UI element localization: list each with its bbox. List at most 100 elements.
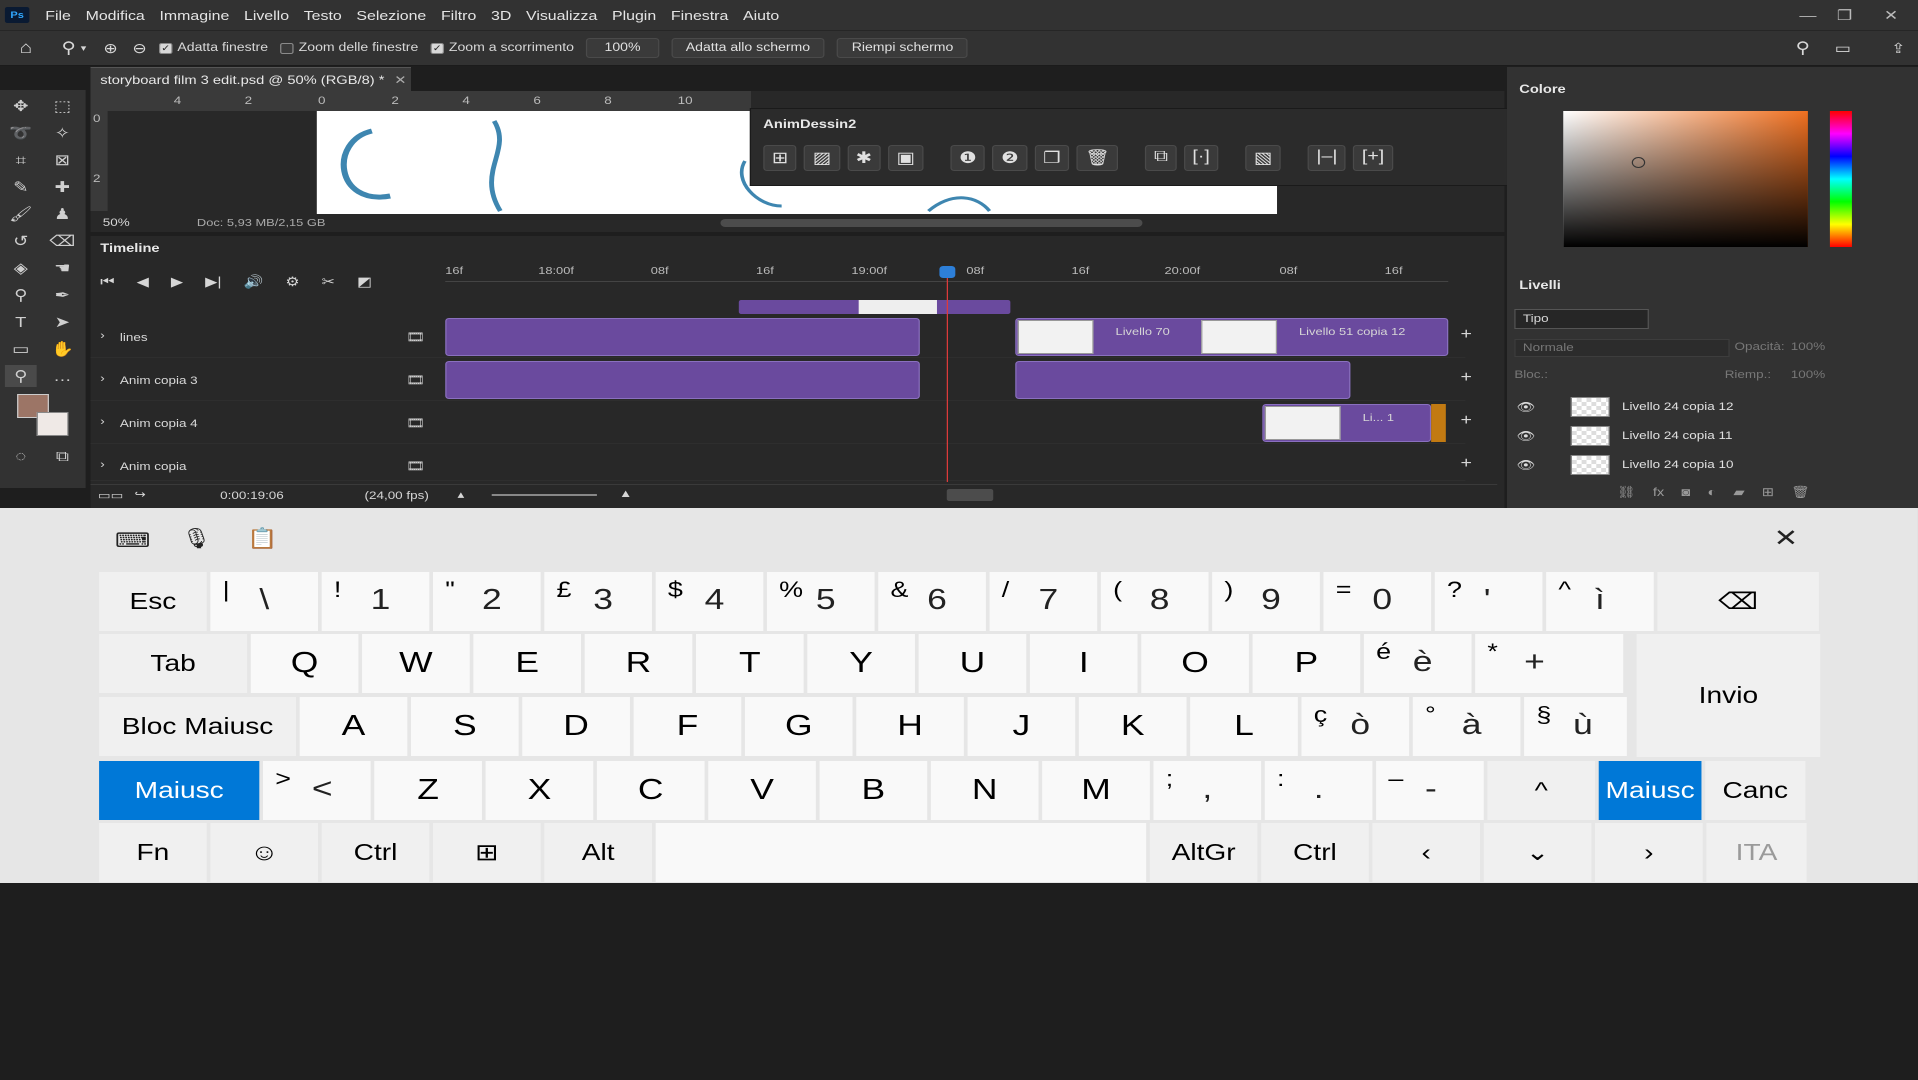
scissors-icon[interactable]: ✂ — [322, 274, 335, 290]
layer-row[interactable]: 👁 Livello 24 copia 10 — [1507, 450, 1862, 479]
fill-field[interactable]: 100% — [1791, 369, 1825, 381]
key-ctrl[interactable]: Ctrl — [1261, 823, 1369, 882]
key-alt[interactable]: Alt — [544, 823, 652, 882]
close-keyboard-icon[interactable]: ✕ — [1774, 524, 1799, 553]
key-r[interactable]: R — [584, 634, 693, 693]
eye-icon[interactable]: 👁 — [1517, 400, 1539, 414]
fit-windows-checkbox[interactable]: ✓ Adatta finestre — [159, 42, 268, 54]
key-altgr[interactable]: AltGr — [1149, 823, 1258, 882]
hand-tool-icon[interactable]: ✋ — [46, 338, 78, 360]
film-icon[interactable]: 🎞 — [406, 459, 425, 473]
menu-finestra[interactable]: Finestra — [665, 8, 737, 23]
key-‹[interactable]: ‹ — [1372, 823, 1481, 882]
key-g[interactable]: G — [744, 697, 853, 756]
key-z[interactable]: Z — [374, 761, 482, 820]
search-icon[interactable]: ⚲ — [1796, 38, 1810, 58]
history-brush-icon[interactable]: ↺ — [5, 230, 37, 252]
background-color-swatch[interactable] — [36, 412, 69, 436]
link-icon[interactable]: ⛓ — [1617, 485, 1636, 499]
layer-row[interactable]: 👁 Livello 24 copia 12 — [1507, 392, 1862, 421]
zoom-readout[interactable]: 50% — [103, 217, 130, 229]
key-9[interactable]: ) 9 — [1212, 572, 1320, 631]
key-v[interactable]: V — [708, 761, 816, 820]
key-3[interactable]: £3 — [544, 572, 652, 631]
extend-icon[interactable]: |–| — [1307, 145, 1347, 171]
brush-tool-icon[interactable]: 🖌 — [5, 203, 37, 225]
expand-chevron-icon[interactable]: › — [100, 416, 104, 428]
rectangle-tool-icon[interactable]: ▭ — [5, 338, 37, 360]
clip[interactable] — [445, 361, 920, 399]
menu-plugin[interactable]: Plugin — [606, 8, 665, 23]
key-n[interactable]: N — [930, 761, 1039, 820]
dodge-tool-icon[interactable]: ⚲ — [5, 284, 37, 306]
type-tool-icon[interactable]: T — [5, 311, 37, 333]
key-p[interactable]: P — [1252, 634, 1361, 693]
add-clip-icon[interactable]: + — [1461, 369, 1472, 387]
key-0[interactable]: = 0 — [1323, 572, 1432, 631]
key-7[interactable]: /7 — [989, 572, 1098, 631]
move-tool-icon[interactable]: ✥ — [5, 95, 37, 117]
menu-selezione[interactable]: Selezione — [350, 8, 435, 23]
key-maiusc[interactable]: Maiusc — [99, 761, 260, 820]
trash-icon[interactable]: 🗑 — [1076, 145, 1119, 171]
expand-chevron-icon[interactable]: › — [100, 459, 104, 471]
key-k[interactable]: K — [1078, 697, 1187, 756]
playhead-handle[interactable] — [939, 266, 956, 278]
zoom-value-field[interactable]: 100% — [586, 38, 659, 58]
key-y[interactable]: Y — [807, 634, 915, 693]
frame-tool-icon[interactable]: ⊠ — [46, 149, 78, 171]
key-^[interactable]: ^ — [1487, 761, 1596, 820]
key-b[interactable]: B — [819, 761, 928, 820]
screen-mode-icon[interactable]: ⧉ — [46, 445, 78, 467]
folder-icon[interactable]: ▰ — [1733, 485, 1744, 499]
menu-filtro[interactable]: Filtro — [435, 8, 485, 23]
key-8[interactable]: (8 — [1100, 572, 1209, 631]
prev-frame-icon[interactable]: ◀ — [137, 274, 149, 290]
key-ù[interactable]: § ù — [1524, 697, 1627, 756]
adjustment-icon[interactable]: ◐ — [1707, 485, 1716, 499]
path-select-icon[interactable]: ➤ — [46, 311, 78, 333]
key-⌄[interactable]: ⌄ — [1483, 823, 1592, 882]
transition-icon[interactable]: ◩ — [357, 274, 372, 290]
new-layer-icon[interactable]: ⊞ — [1762, 485, 1774, 499]
key-f[interactable]: F — [633, 697, 742, 756]
timeline-zoom-slider[interactable] — [491, 494, 597, 496]
workspace-icon[interactable]: ▭ — [1835, 40, 1851, 57]
marquee-tool-icon[interactable]: ⬚ — [46, 95, 78, 117]
clip[interactable] — [445, 318, 920, 356]
key-›[interactable]: › — [1595, 823, 1703, 882]
key-+[interactable]: * + — [1475, 634, 1624, 693]
mask-icon[interactable]: ◙ — [1681, 485, 1690, 499]
zoom-in-icon[interactable]: ⊕ — [103, 40, 117, 57]
delete-layer-icon[interactable]: 🗑 — [1791, 485, 1810, 499]
key-c[interactable]: C — [596, 761, 705, 820]
menu-testo[interactable]: Testo — [298, 8, 351, 23]
layer-row[interactable]: 👁 Livello 24 copia 11 — [1507, 421, 1862, 450]
key-.[interactable]: :. — [1264, 761, 1373, 820]
key-maiusc[interactable]: Maiusc — [1598, 761, 1702, 820]
key-5[interactable]: % 5 — [766, 572, 875, 631]
expand-chevron-icon[interactable]: › — [100, 330, 104, 342]
hatch-icon[interactable]: ▧ — [1245, 145, 1281, 171]
keyboard-settings-icon[interactable]: ⌨ — [115, 528, 150, 553]
go-to-start-icon[interactable]: ⏮ — [100, 274, 114, 290]
key-u[interactable]: U — [918, 634, 1027, 693]
key-'[interactable]: ? ' — [1434, 572, 1543, 631]
key-bloc-maiusc[interactable]: Bloc Maiusc — [99, 697, 297, 756]
add-frame-icon[interactable]: [+] — [1353, 145, 1393, 171]
key-ò[interactable]: çò — [1301, 697, 1410, 756]
key-canc[interactable]: Canc — [1705, 761, 1806, 820]
smudge-tool-icon[interactable]: ☚ — [46, 257, 78, 279]
copy-frames-icon[interactable]: ⧉ — [1145, 145, 1177, 171]
settings-icon[interactable]: ⚙ — [285, 274, 299, 290]
fill-screen-button[interactable]: Riempi schermo — [837, 38, 968, 58]
playhead[interactable] — [946, 266, 948, 482]
insert-frame-icon[interactable]: ⊞ — [763, 145, 797, 171]
play-icon[interactable]: ▶ — [171, 274, 183, 290]
key-2[interactable]: " 2 — [433, 572, 541, 631]
key-a[interactable]: A — [299, 697, 408, 756]
menu-visualizza[interactable]: Visualizza — [520, 8, 606, 23]
key-q[interactable]: Q — [250, 634, 359, 693]
close-tab-icon[interactable]: ✕ — [394, 73, 406, 87]
zoom-tool-icon[interactable]: ⚲ — [62, 38, 76, 58]
